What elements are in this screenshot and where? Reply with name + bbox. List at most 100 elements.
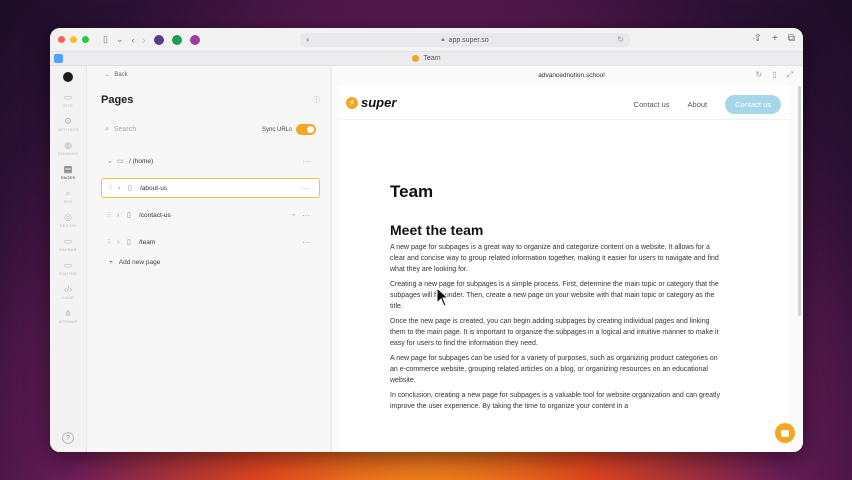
pages-panel: ← Back Pages ⓘ ⌕ Search Sync URLs ⌄ ▭ / … bbox=[87, 66, 332, 452]
rail-item-pages[interactable]: ▤ PAGES bbox=[61, 164, 76, 180]
help-icon[interactable]: ? bbox=[62, 432, 74, 444]
chevron-right-icon[interactable]: › bbox=[117, 212, 127, 219]
more-options-icon[interactable]: ··· bbox=[302, 157, 310, 166]
address-bar[interactable]: ◐ 🔒︎ app.super.so ↻ bbox=[300, 33, 630, 47]
preview-domain[interactable]: advancednotion.school bbox=[538, 72, 605, 79]
rail-item-sitemap[interactable]: ⋔ SITEMAP bbox=[59, 308, 78, 324]
browser-titlebar: ▯ ⌄ ‹ › ◐ 🔒︎ app.super.so ↻ ⇪ + ⧉ bbox=[50, 28, 803, 52]
address-text: app.super.so bbox=[448, 36, 489, 44]
paragraph: A new page for subpages can be used for … bbox=[390, 355, 718, 384]
brand-name: super bbox=[361, 95, 397, 110]
rail-item-design[interactable]: ◎ DESIGN bbox=[60, 212, 77, 228]
nav-cta-button[interactable]: Contact us bbox=[725, 95, 781, 114]
share-icon[interactable]: ⇪ bbox=[754, 33, 762, 44]
chevron-down-icon[interactable]: ⌄ bbox=[107, 157, 117, 165]
rail-item-settings[interactable]: ⚙︎ SETTINGS bbox=[57, 116, 79, 132]
code-icon: ‹/› bbox=[63, 284, 73, 294]
page-heading: Team bbox=[390, 182, 434, 201]
rail-item-domains[interactable]: ◍ DOMAINS bbox=[58, 140, 78, 156]
page-row-team[interactable]: ⠿ › ▯ /team ··· bbox=[101, 232, 320, 252]
back-arrow-icon[interactable]: ‹ bbox=[132, 35, 135, 45]
extension-icon[interactable] bbox=[153, 34, 164, 45]
chevron-right-icon[interactable]: › bbox=[118, 185, 128, 192]
extension-icon[interactable] bbox=[171, 34, 182, 45]
extension-icon[interactable] bbox=[189, 34, 200, 45]
nav-link-about[interactable]: About bbox=[688, 100, 708, 109]
search-icon: ⌕ bbox=[65, 188, 71, 198]
sync-urls: Sync URLs bbox=[262, 124, 316, 135]
tabs-overview-icon[interactable]: ⧉ bbox=[788, 33, 795, 44]
expand-icon[interactable]: ⤢ bbox=[787, 70, 793, 80]
page-path: /team bbox=[139, 238, 156, 246]
refresh-icon[interactable]: ↻ bbox=[755, 70, 762, 80]
tab-title[interactable]: Team bbox=[423, 55, 440, 62]
back-label: Back bbox=[114, 72, 128, 78]
page-row-contact-us[interactable]: ⠿ › ▯ /contact-us ⌁ ··· bbox=[101, 205, 320, 225]
drag-handle-icon[interactable]: ⠿ bbox=[108, 185, 118, 192]
rail-item-footer[interactable]: ▭ FOOTER bbox=[59, 260, 77, 276]
more-options-icon[interactable]: ··· bbox=[302, 238, 310, 247]
website-navbar: ⚡︎ super Contact us About Contact us bbox=[340, 86, 789, 120]
search-row: ⌕ Search Sync URLs bbox=[101, 124, 320, 135]
page-path: /about-us bbox=[140, 184, 168, 192]
paragraph: Once the new page is created, you can be… bbox=[390, 318, 719, 347]
rail-item-navbar[interactable]: ▭ NAVBAR bbox=[59, 236, 76, 252]
plus-icon: + bbox=[109, 259, 113, 266]
website-nav-links: Contact us About Contact us bbox=[634, 95, 781, 114]
globe-icon: ◍ bbox=[64, 140, 72, 150]
search-placeholder: Search bbox=[113, 126, 137, 133]
help-circle-icon[interactable]: ⓘ bbox=[313, 95, 320, 105]
rail-item-site[interactable]: ▭ SITE bbox=[63, 92, 73, 108]
page-row-home[interactable]: ⌄ ▭ / (home) ··· bbox=[101, 151, 320, 171]
rail-item-seo[interactable]: ⌕ SEO bbox=[63, 188, 72, 204]
website-logo[interactable]: ⚡︎ super bbox=[346, 95, 396, 110]
search-icon: ⌕ bbox=[105, 125, 109, 133]
folder-icon: ▭ bbox=[117, 158, 124, 165]
add-new-page-button[interactable]: + Add new page bbox=[101, 259, 320, 266]
browser-window: ▯ ⌄ ‹ › ◐ 🔒︎ app.super.so ↻ ⇪ + ⧉ Team ▭… bbox=[50, 28, 803, 452]
tab-group-icon[interactable] bbox=[54, 54, 63, 63]
link-icon[interactable]: ⌁ bbox=[292, 211, 296, 219]
preview-scrollbar[interactable] bbox=[798, 86, 801, 316]
more-options-icon[interactable]: ··· bbox=[301, 184, 309, 193]
palette-icon: ◎ bbox=[64, 212, 72, 222]
back-link[interactable]: ← Back bbox=[105, 72, 320, 78]
super-logo-icon: ⚡︎ bbox=[346, 96, 358, 109]
page-content: Team Meet the team A new page for subpag… bbox=[340, 182, 725, 412]
maximize-window-button[interactable] bbox=[82, 36, 89, 43]
tab-favicon-icon bbox=[412, 55, 420, 62]
page-row-about-us[interactable]: ⠿ › ▯ /about-us ··· bbox=[101, 178, 320, 198]
preview-actions: ↻ ▯ ⤢ bbox=[755, 70, 793, 80]
rail-item-code[interactable]: ‹/› CODE bbox=[62, 284, 74, 300]
drag-handle-icon[interactable]: ⠿ bbox=[107, 239, 117, 246]
file-icon: ▯ bbox=[128, 185, 132, 192]
drag-handle-icon[interactable]: ⠿ bbox=[107, 212, 117, 219]
sync-urls-toggle[interactable] bbox=[296, 124, 316, 135]
panel-title: Pages bbox=[101, 94, 134, 106]
nav-link-contact[interactable]: Contact us bbox=[634, 100, 670, 109]
close-window-button[interactable] bbox=[58, 36, 65, 43]
app-body: ▭ SITE ⚙︎ SETTINGS ◍ DOMAINS ▤ PAGES ⌕ SEO ◎ D… bbox=[50, 66, 803, 452]
window-controls bbox=[58, 36, 89, 43]
section-heading: Meet the team bbox=[390, 222, 484, 238]
sidebar-toggle-icon[interactable]: ▯ bbox=[103, 34, 108, 45]
tab-bar: Team bbox=[50, 52, 803, 66]
nav-rail: ▭ SITE ⚙︎ SETTINGS ◍ DOMAINS ▤ PAGES ⌕ SEO ◎ D… bbox=[50, 66, 87, 452]
chevron-down-icon[interactable]: ⌄ bbox=[116, 34, 124, 45]
new-tab-icon[interactable]: + bbox=[772, 33, 778, 44]
navbar-icon: ▭ bbox=[63, 236, 73, 246]
forward-arrow-icon[interactable]: › bbox=[143, 35, 146, 45]
preview-topbar: advancednotion.school ↻ ▯ ⤢ bbox=[340, 66, 803, 84]
page-path: / (home) bbox=[129, 157, 154, 165]
more-options-icon[interactable]: ··· bbox=[302, 211, 310, 220]
search-input[interactable]: ⌕ Search bbox=[105, 126, 136, 134]
chevron-right-icon[interactable]: › bbox=[117, 239, 127, 246]
shield-icon[interactable]: ◐ bbox=[306, 35, 311, 44]
super-logo-icon[interactable] bbox=[63, 72, 73, 82]
website-frame: ⚡︎ super Contact us About Contact us Tea… bbox=[340, 86, 789, 452]
sitemap-icon: ⋔ bbox=[64, 308, 72, 318]
mobile-view-icon[interactable]: ▯ bbox=[772, 70, 776, 80]
reload-icon[interactable]: ↻ bbox=[617, 35, 624, 44]
minimize-window-button[interactable] bbox=[70, 36, 77, 43]
chat-button[interactable] bbox=[775, 423, 795, 443]
